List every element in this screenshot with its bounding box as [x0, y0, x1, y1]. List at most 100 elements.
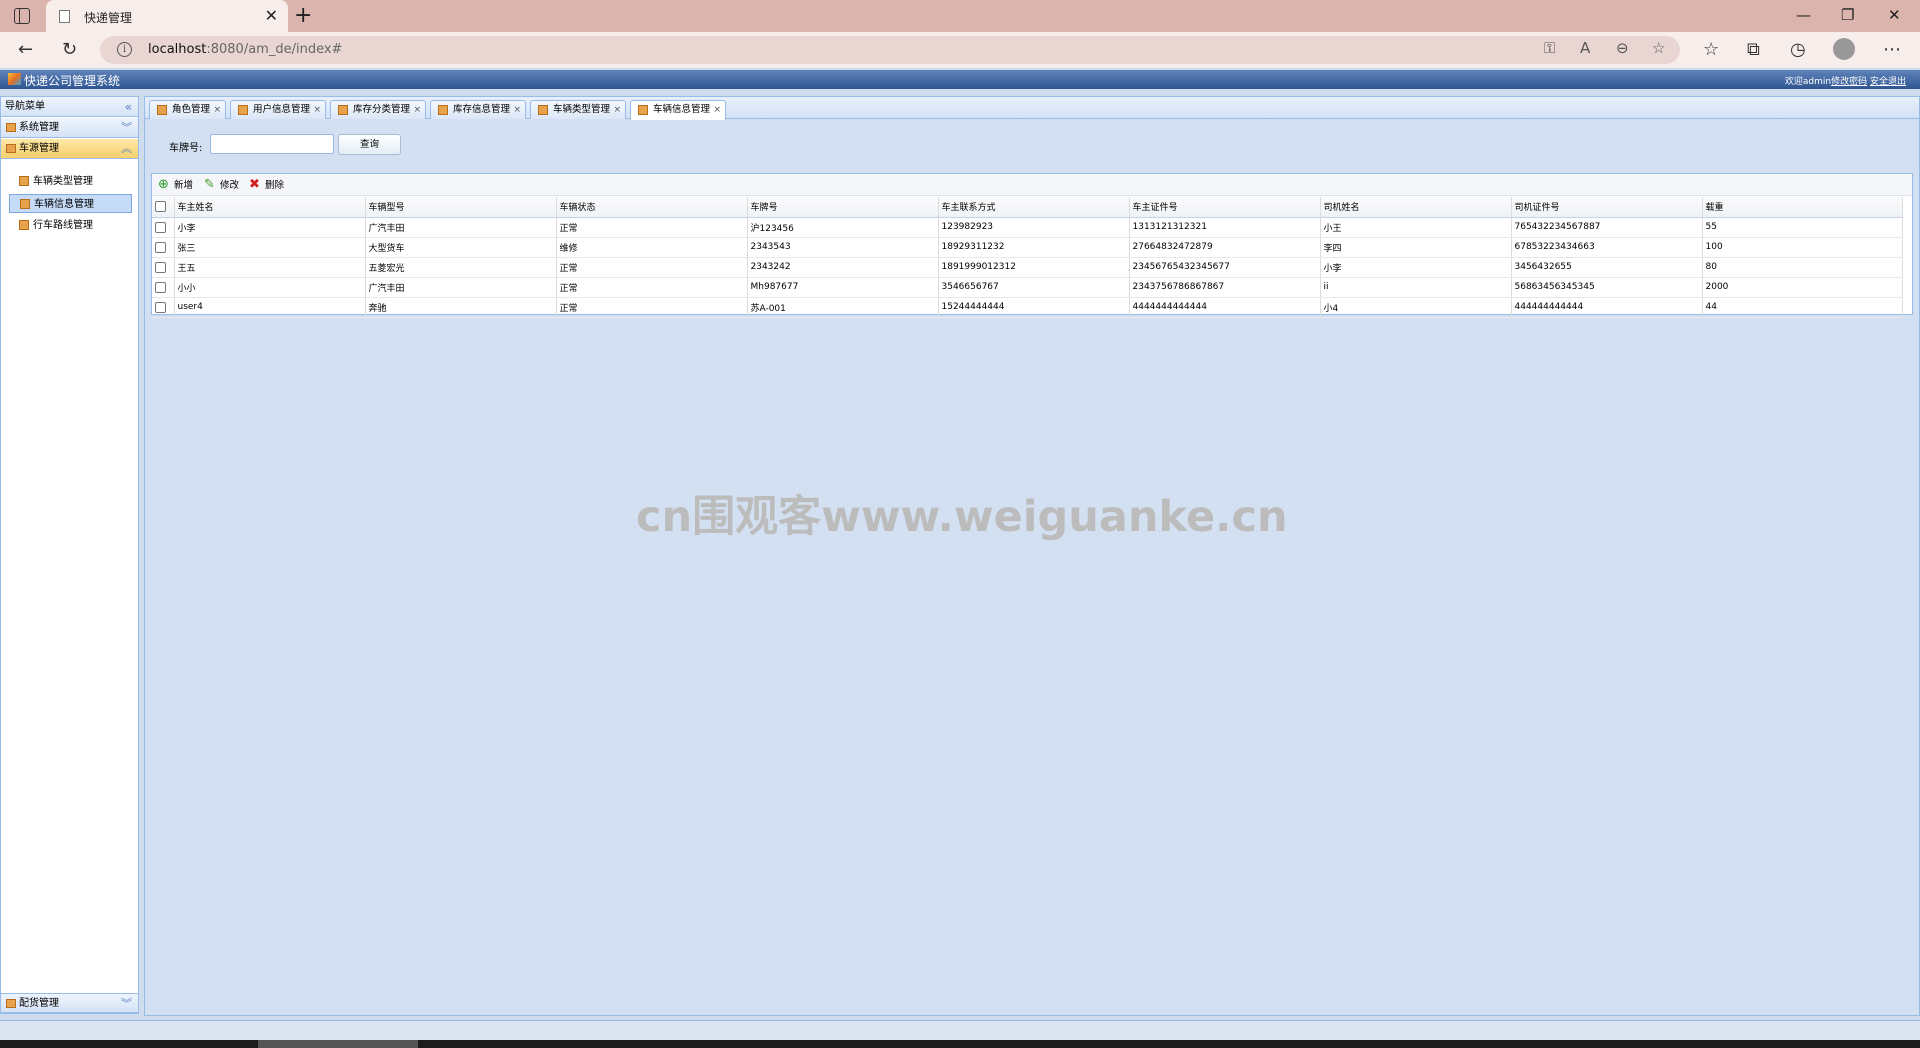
table-cell: 张三 [174, 237, 366, 258]
table-cell: 正常 [556, 217, 748, 238]
plate-search-input[interactable] [210, 134, 334, 154]
close-tab-icon[interactable]: × [613, 101, 621, 119]
tab-label: 车辆类型管理 [553, 104, 611, 115]
plate-search-label: 车牌号: [169, 143, 203, 154]
profile-avatar[interactable] [1833, 38, 1855, 60]
delete-label: 删除 [265, 180, 285, 191]
close-tab-icon[interactable]: × [513, 101, 521, 119]
table-cell: 123982923 [938, 217, 1130, 238]
restore-icon[interactable]: ❐ [1841, 6, 1854, 24]
column-header[interactable]: 司机姓名 [1320, 197, 1512, 218]
tab-label: 车辆信息管理 [653, 104, 711, 115]
add-button[interactable]: ⊕ 新增 [158, 178, 193, 194]
table-cell: 奔驰 [365, 297, 557, 318]
sidebar-toggle-icon[interactable] [14, 8, 30, 24]
accordion-distribution-management[interactable]: 配货管理 ︾ [1, 993, 138, 1013]
table-cell: user4 [174, 297, 366, 318]
back-icon[interactable]: ← [18, 38, 33, 62]
column-header[interactable]: 车牌号 [747, 197, 939, 218]
table-header-row: 车主姓名 车辆型号 车辆状态 车牌号 车主联系方式 车主证件号 司机姓名 司机证… [152, 197, 1903, 218]
watermark: cn围观客www.weiguanke.cn [636, 492, 1288, 542]
history-icon[interactable]: ◷ [1790, 38, 1806, 62]
column-header[interactable]: 车主姓名 [174, 197, 366, 218]
table-row[interactable]: 小李 广汽丰田 正常 沪123456 123982923 13131213123… [152, 217, 1903, 238]
more-icon[interactable]: ⋯ [1883, 38, 1901, 62]
collapse-up-icon[interactable]: ︽ [121, 139, 132, 159]
table-cell: 沪123456 [747, 217, 939, 238]
row-checkbox[interactable] [152, 297, 175, 318]
table-row[interactable]: 王五 五菱宏光 正常 2343242 1891999012312 2345676… [152, 257, 1903, 278]
tree-item-label: 行车路线管理 [33, 220, 93, 231]
close-tab-icon[interactable]: × [413, 101, 421, 119]
table-cell: Mh987677 [747, 277, 939, 298]
accordion-system-management[interactable]: 系统管理 ︾ [1, 118, 138, 138]
expand-down-icon[interactable]: ︾ [121, 994, 132, 1014]
collapse-left-icon[interactable]: « [125, 97, 132, 117]
new-tab-icon[interactable]: + [294, 3, 312, 28]
reload-icon[interactable]: ↻ [62, 38, 77, 62]
table-row[interactable]: user4 奔驰 正常 苏A-001 15244444444 444444444… [152, 297, 1903, 318]
nav-menu-title: 导航菜单 [5, 101, 45, 112]
taskbar [0, 1040, 1920, 1048]
tab-label: 角色管理 [172, 104, 211, 115]
query-button[interactable]: 查询 [338, 134, 401, 155]
tab-vehicle-info[interactable]: 车辆信息管理 × [630, 100, 726, 120]
accordion-label: 系统管理 [19, 122, 59, 133]
folder-icon [19, 176, 29, 186]
table-cell: 2000 [1702, 277, 1903, 298]
row-checkbox[interactable] [152, 277, 175, 298]
table-row[interactable]: 张三 大型货车 维修 2343543 18929311232 276648324… [152, 237, 1903, 258]
read-aloud-icon[interactable]: A [1580, 39, 1590, 57]
column-header[interactable]: 载重 [1702, 197, 1903, 218]
close-tab-icon[interactable]: × [313, 101, 321, 119]
row-checkbox[interactable] [152, 237, 175, 258]
folder-icon [438, 105, 448, 115]
browser-tab-bar: 快递管理 ✕ + — ❐ ✕ [0, 0, 1920, 32]
table-cell: 王五 [174, 257, 366, 278]
add-icon: ⊕ [158, 177, 169, 192]
tab-stock-info[interactable]: 库存信息管理 × [430, 100, 526, 119]
edit-button[interactable]: ✎ 修改 [204, 178, 239, 194]
close-window-icon[interactable]: ✕ [1888, 6, 1901, 24]
edit-label: 修改 [220, 180, 240, 191]
table-row[interactable]: 小小 广汽丰田 正常 Mh987677 3546656767 234375678… [152, 277, 1903, 298]
tab-vehicle-type[interactable]: 车辆类型管理 × [530, 100, 626, 119]
nav-panel: 导航菜单 « 系统管理 ︾ 车源管理 ︽ 车辆类型管理 车辆信息管理 行车路线管… [0, 96, 139, 1014]
folder-icon [157, 105, 167, 115]
logout-link[interactable]: 安全退出 [1870, 77, 1906, 87]
column-header[interactable]: 车辆型号 [365, 197, 557, 218]
table-cell: 2343756786867867 [1129, 277, 1321, 298]
column-header[interactable]: 司机证件号 [1511, 197, 1703, 218]
key-icon[interactable]: ⚿ [1544, 39, 1555, 57]
close-tab-icon[interactable]: × [713, 101, 721, 119]
tree-item-vehicle-info[interactable]: 车辆信息管理 [9, 194, 132, 213]
favorites-icon[interactable]: ☆ [1703, 38, 1719, 62]
column-header[interactable]: 车主证件号 [1129, 197, 1321, 218]
column-header[interactable]: 车辆状态 [556, 197, 748, 218]
row-checkbox[interactable] [152, 257, 175, 278]
expand-down-icon[interactable]: ︾ [121, 118, 132, 138]
table-cell: 1313121312321 [1129, 217, 1321, 238]
browser-tab[interactable]: 快递管理 ✕ [46, 0, 288, 32]
close-tab-icon[interactable]: × [213, 101, 221, 119]
column-header[interactable]: 车主联系方式 [938, 197, 1130, 218]
zoom-out-icon[interactable]: ⊖ [1616, 39, 1629, 57]
address-bar[interactable]: i localhost:8080/am_de/index# ⚿ A ⊖ ☆ [100, 36, 1680, 64]
tab-role-management[interactable]: 角色管理 × [149, 100, 226, 119]
tab-user-info[interactable]: 用户信息管理 × [230, 100, 326, 119]
tab-stock-category[interactable]: 库存分类管理 × [330, 100, 426, 119]
minimize-icon[interactable]: — [1796, 6, 1811, 24]
change-password-link[interactable]: 修改密码 [1831, 77, 1867, 87]
info-icon[interactable]: i [117, 42, 132, 57]
select-all-checkbox[interactable] [152, 197, 175, 218]
accordion-vehicle-management[interactable]: 车源管理 ︽ [1, 139, 138, 159]
add-favorite-icon[interactable]: ☆ [1652, 39, 1665, 57]
collections-icon[interactable]: ⧉ [1747, 38, 1760, 62]
row-checkbox[interactable] [152, 217, 175, 238]
tree-item-route[interactable]: 行车路线管理 [9, 216, 132, 235]
close-tab-icon[interactable]: ✕ [265, 6, 278, 25]
delete-button[interactable]: ✖ 删除 [249, 178, 284, 194]
table-cell: 80 [1702, 257, 1903, 278]
taskbar-item[interactable] [258, 1040, 418, 1048]
tree-item-vehicle-type[interactable]: 车辆类型管理 [9, 172, 132, 191]
